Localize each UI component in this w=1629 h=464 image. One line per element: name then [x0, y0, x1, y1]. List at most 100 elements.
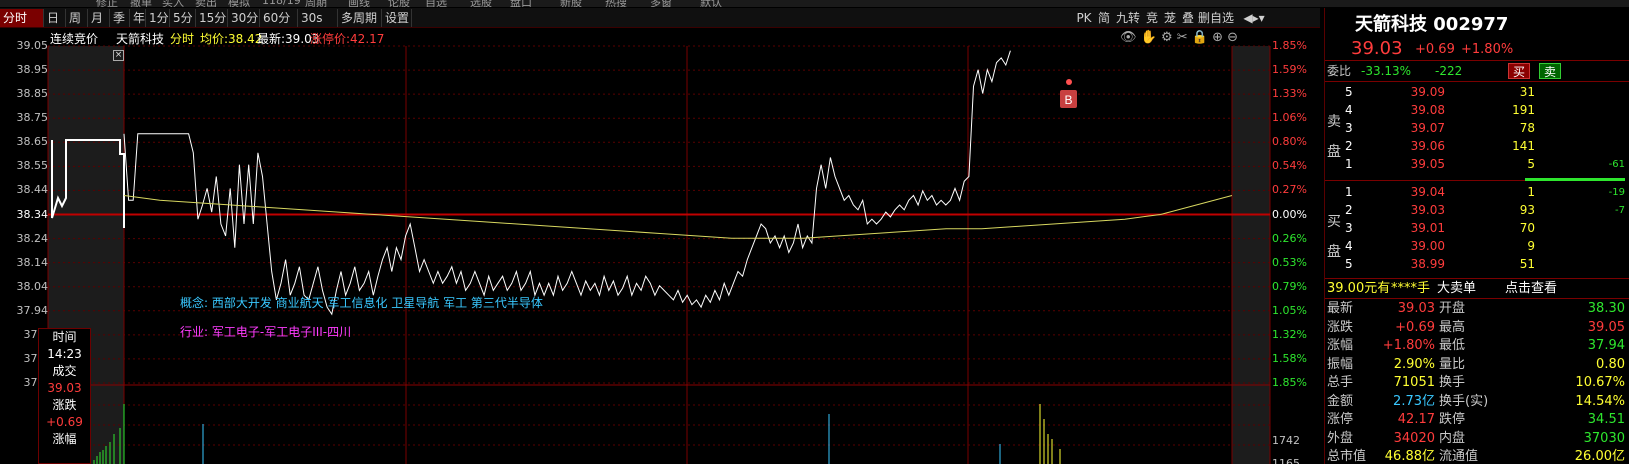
toolbar-right-tab[interactable]: 删自选 [1198, 9, 1234, 27]
sell-button[interactable]: 卖 [1539, 63, 1561, 79]
toolbar-right-tab[interactable]: 九转 [1114, 9, 1142, 27]
chart-tool-icons[interactable]: 👁 ✋ ⚙ ✂ 🔒 ⊕ ⊖ [1120, 30, 1238, 45]
tooltip-time: 14:23 [47, 347, 82, 361]
toolbar-right-tab[interactable]: 竞 [1144, 9, 1160, 27]
period-tab[interactable]: 15分 [196, 9, 228, 27]
stat-row: 涨幅 +1.80% 最低 37.94 [1325, 337, 1629, 354]
top-menu-item[interactable]: 选股 [470, 0, 492, 7]
last-price: 39.03 [1351, 38, 1403, 59]
period-tab[interactable]: 1分 [146, 9, 170, 27]
bid-volume: 70 [1519, 221, 1535, 235]
toolbar-right-tab[interactable]: 简 [1095, 9, 1113, 27]
buy-marker[interactable]: B [1060, 90, 1077, 108]
bid-level: 5 [1345, 257, 1353, 271]
tooltip-change-label: 涨跌 [52, 398, 77, 412]
bid-volume: 93 [1519, 203, 1535, 217]
bid-volume: 51 [1519, 257, 1535, 271]
top-menu-item[interactable]: 卖出 [195, 0, 217, 7]
top-menu-item[interactable]: 画线 [348, 0, 370, 7]
period-tab[interactable]: 设置 [382, 9, 412, 27]
tooltip-change: +0.69 [46, 415, 83, 429]
period-tab[interactable]: 多周期 [338, 9, 382, 27]
ask-row[interactable]: 4 39.08 191 [1325, 102, 1629, 119]
percent-axis-label: 0.53% [1272, 255, 1307, 269]
toolbar-right-tab[interactable]: 茏 [1162, 9, 1178, 27]
ask-row[interactable]: 5 39.09 31 [1325, 84, 1629, 101]
avg-price-line [123, 195, 1233, 239]
period-tab[interactable]: 周 [66, 9, 88, 27]
percent-axis-label: 0.00% [1272, 207, 1307, 221]
buy-side-label-1: 买 [1327, 214, 1341, 230]
crosshair-tooltip: 时间 14:23 成交 39.03 涨跌 +0.69 涨幅 [38, 328, 91, 464]
stat-label: 振幅 [1327, 356, 1354, 372]
sell-side-label-1: 卖 [1327, 114, 1341, 130]
chart-canvas[interactable]: B [0, 28, 1320, 464]
ask-row[interactable]: 1 39.05 5 -61 [1325, 156, 1629, 173]
stat-value: 26.00亿 [1574, 449, 1625, 464]
bid-row[interactable]: 5 38.99 51 [1325, 256, 1629, 273]
ask-level: 3 [1345, 121, 1353, 135]
top-menu-item[interactable]: 撤单 [130, 0, 152, 7]
price-axis-label: 38.04 [16, 279, 49, 293]
stat-label: 量比 [1439, 356, 1466, 372]
bid-change: -19 [1608, 187, 1625, 198]
period-tab[interactable]: 60分 [260, 9, 298, 27]
stat-label: 最新 [1327, 301, 1354, 316]
bid-row[interactable]: 3 39.01 70 [1325, 220, 1629, 237]
top-menu-item[interactable]: 修正 [96, 0, 118, 7]
top-menu-item[interactable]: 周期 [305, 0, 327, 7]
period-tab[interactable]: 30分 [228, 9, 260, 27]
bid-row[interactable]: 1 39.04 1 -19 [1325, 184, 1629, 201]
stat-row: 外盘 34020 内盘 37030 [1325, 430, 1629, 447]
intraday-chart[interactable]: B 39.05 38.95 38.85 38.75 38.65 38.55 38.44 38.… [0, 28, 1320, 464]
bid-price: 39.00 [1410, 239, 1445, 253]
ask-price: 39.06 [1410, 139, 1445, 153]
stat-label: 涨停 [1327, 412, 1354, 427]
period-tab[interactable]: 季 [110, 9, 130, 27]
bid-row[interactable]: 4 39.00 9 [1325, 238, 1629, 255]
buy-button[interactable]: 买 [1508, 63, 1530, 79]
stat-value: +1.80% [1382, 338, 1435, 353]
top-menu-item[interactable]: 盘口 [510, 0, 532, 7]
big-order-link[interactable]: 点击查看 [1505, 280, 1557, 297]
big-order-price: 39.00元有 [1327, 281, 1391, 296]
stat-value: 34020 [1393, 430, 1435, 446]
stock-name-label: 天箭科技 [116, 32, 165, 46]
top-menu-item[interactable]: 多窗 [650, 0, 672, 7]
top-menu-item[interactable]: 自选 [425, 0, 447, 7]
period-tab[interactable]: 日 [44, 9, 66, 27]
toolbar-right-tab[interactable]: PK [1074, 9, 1094, 27]
top-menu-item[interactable]: 模拟 [228, 0, 250, 7]
ask-row[interactable]: 3 39.07 78 [1325, 120, 1629, 137]
collapse-icon[interactable]: × [113, 50, 124, 61]
price-axis-label: 38.95 [16, 63, 49, 77]
order-ratio-row: 委比 -33.13% -222 买卖 [1325, 63, 1629, 80]
top-menu-item[interactable]: 118/19 [262, 0, 301, 7]
period-tab[interactable]: 30s [298, 9, 338, 27]
period-tab[interactable]: 分时 [0, 9, 44, 27]
period-tab[interactable]: 5分 [170, 9, 196, 27]
top-menu-item[interactable]: 默认 [700, 0, 722, 7]
toolbar-right-tab[interactable]: 叠 [1180, 9, 1196, 27]
divider [1325, 278, 1629, 279]
ask-volume: 78 [1519, 121, 1535, 135]
big-order-row[interactable]: 39.00元有 ****手 大卖单 点击查看 [1325, 280, 1629, 297]
stat-row: 最新 39.03 开盘 38.30 [1325, 300, 1629, 317]
percent-axis-label: 0.79% [1272, 279, 1307, 293]
ask-row[interactable]: 2 39.06 141 [1325, 138, 1629, 155]
percent-axis-label: 1.06% [1272, 111, 1307, 125]
toolbar-arrows-icon[interactable]: ◀▸▾ [1238, 9, 1270, 27]
stat-value: 39.03 [1397, 301, 1435, 316]
stat-row: 涨停 42.17 跌停 34.51 [1325, 411, 1629, 428]
tooltip-time-label: 时间 [52, 330, 77, 344]
ask-price: 39.09 [1410, 85, 1445, 99]
period-tab[interactable]: 年 [130, 9, 146, 27]
ask-volume: 31 [1519, 85, 1535, 99]
top-menu-item[interactable]: 买入 [162, 0, 184, 7]
top-menu-item[interactable]: 热搜 [605, 0, 627, 7]
bid-row[interactable]: 2 39.03 93 -7 [1325, 202, 1629, 219]
top-menu-item[interactable]: 论股 [388, 0, 410, 7]
top-menu-item[interactable]: 新股 [560, 0, 582, 7]
price-axis-label: 38.55 [16, 159, 49, 173]
period-tab[interactable]: 月 [88, 9, 110, 27]
